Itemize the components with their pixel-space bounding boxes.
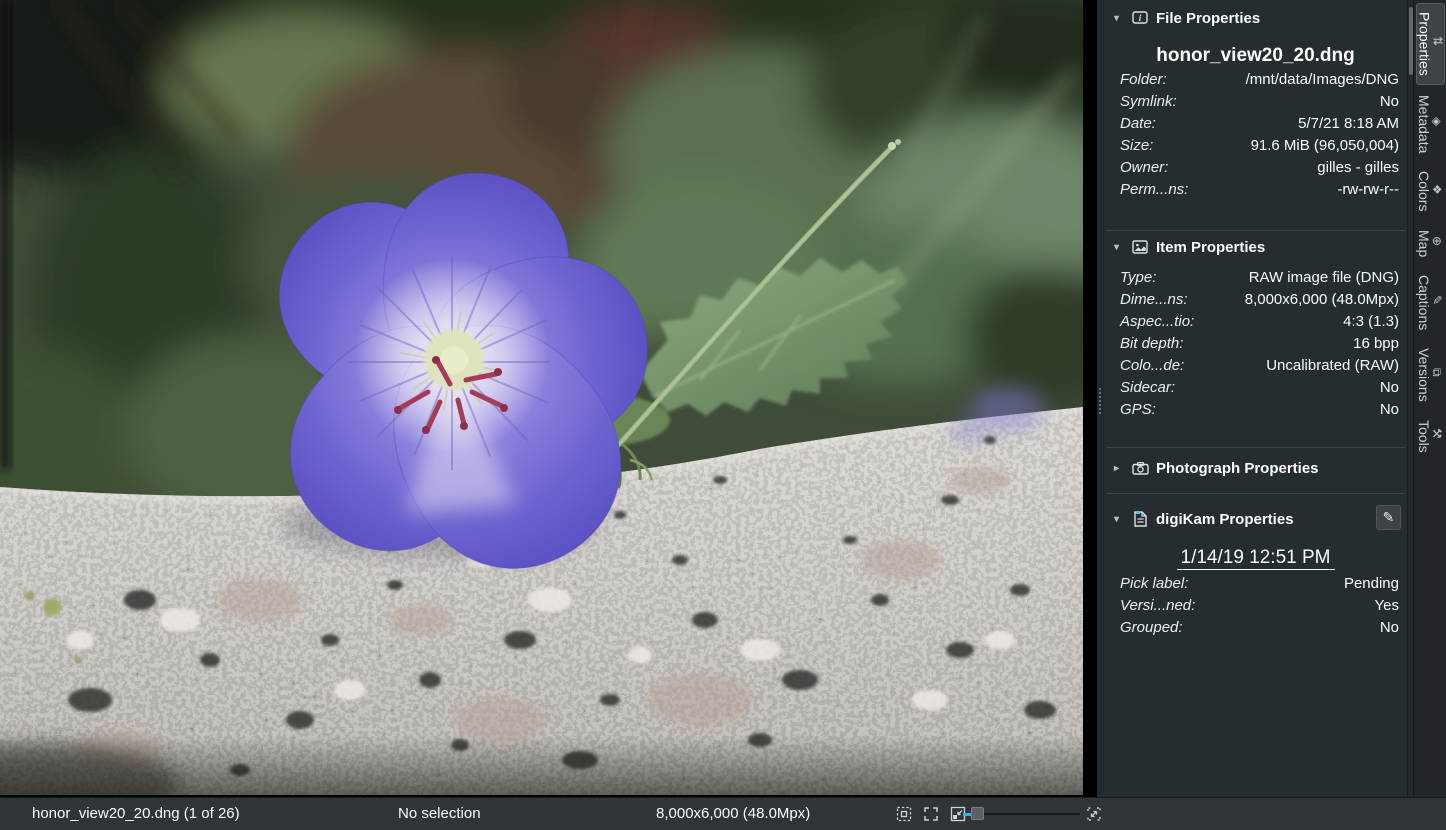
metadata-icon: ◈: [1431, 117, 1443, 126]
item-properties-icon: [1130, 240, 1150, 254]
svg-text:i: i: [1139, 13, 1142, 23]
table-row: Versi...ned:Yes: [1104, 595, 1407, 617]
tab-versions[interactable]: ⧉ Versions: [1417, 340, 1443, 410]
tab-tools[interactable]: ⚒ Tools: [1417, 412, 1443, 461]
properties-icon: ⇅: [1432, 36, 1444, 46]
tab-metadata[interactable]: ◈ Metadata: [1417, 87, 1443, 161]
table-row: Type:RAW image file (DNG): [1104, 267, 1407, 289]
digikam-date: 1/14/19 12:51 PM: [1104, 545, 1407, 571]
table-row: Grouped:No: [1104, 617, 1407, 639]
versions-icon: ⧉: [1431, 368, 1443, 377]
tab-colors[interactable]: ❖ Colors: [1417, 163, 1443, 219]
digikam-properties-header[interactable]: ▾ digiKam Properties ✎: [1104, 507, 1407, 531]
section-divider: [1106, 493, 1405, 494]
table-row: Size:91.6 MiB (96,050,004): [1104, 135, 1407, 157]
photograph-properties-header[interactable]: ▸ Photograph Properties: [1104, 456, 1407, 480]
section-divider: [1106, 230, 1405, 231]
collapse-arrow-icon[interactable]: ▸: [1114, 463, 1130, 474]
item-properties-title: Item Properties: [1156, 239, 1265, 256]
status-selection: No selection: [398, 798, 481, 830]
panel-splitter[interactable]: [1097, 0, 1104, 797]
digikam-properties-rows: Pick label:Pending Versi...ned:Yes Group…: [1104, 573, 1407, 639]
image-filename: honor_view20_20.dng: [1104, 43, 1407, 69]
table-row: Folder:/mnt/data/Images/DNG: [1104, 69, 1407, 91]
item-properties-rows: Type:RAW image file (DNG) Dime...ns:8,00…: [1104, 267, 1407, 421]
photo-geranium-flower: [0, 0, 1083, 795]
colors-icon: ❖: [1431, 184, 1443, 195]
status-file-info: honor_view20_20.dng (1 of 26): [32, 798, 240, 830]
item-properties-header[interactable]: ▾ Item Properties: [1104, 235, 1407, 259]
status-bar: honor_view20_20.dng (1 of 26) No selecti…: [0, 797, 1446, 830]
tab-properties[interactable]: ⇅ Properties: [1416, 3, 1445, 85]
table-row: GPS:No: [1104, 399, 1407, 421]
status-dimensions: 8,000x6,000 (48.0Mpx): [656, 798, 810, 830]
table-row: Aspec...tio:4:3 (1.3): [1104, 311, 1407, 333]
photograph-properties-icon: [1130, 462, 1150, 475]
digikam-properties-icon: [1130, 511, 1150, 527]
section-divider: [1106, 447, 1405, 448]
edit-captions-button[interactable]: ✎: [1376, 505, 1401, 530]
table-row: Symlink:No: [1104, 91, 1407, 113]
table-row: Pick label:Pending: [1104, 573, 1407, 595]
photograph-properties-title: Photograph Properties: [1156, 460, 1319, 477]
sidebar-tab-bar: ⇅ Properties ◈ Metadata ❖ Colors ⊕ Map ✎…: [1413, 0, 1446, 797]
tab-map[interactable]: ⊕ Map: [1417, 222, 1443, 265]
collapse-arrow-icon[interactable]: ▾: [1114, 13, 1130, 24]
pencil-icon: ✎: [1383, 509, 1395, 526]
table-row: Sidecar:No: [1104, 377, 1407, 399]
table-row: Bit depth:16 bpp: [1104, 333, 1407, 355]
file-properties-header[interactable]: ▾ i File Properties: [1104, 6, 1407, 30]
captions-icon: ✎: [1431, 295, 1443, 305]
table-row: Owner:gilles - gilles: [1104, 157, 1407, 179]
properties-panel: ▾ i File Properties honor_view20_20.dng …: [1104, 0, 1407, 797]
fit-to-window-button[interactable]: [922, 805, 940, 823]
map-icon: ⊕: [1431, 236, 1443, 246]
table-row: Colo...de:Uncalibrated (RAW): [1104, 355, 1407, 377]
tools-icon: ⚒: [1431, 428, 1443, 439]
digikam-properties-title: digiKam Properties: [1156, 511, 1294, 528]
tab-captions[interactable]: ✎ Captions: [1417, 267, 1443, 338]
splitter-handle-icon: [1099, 388, 1101, 414]
file-properties-title: File Properties: [1156, 10, 1260, 27]
zoom-slider-handle[interactable]: [971, 807, 984, 820]
zoom-slider[interactable]: [963, 807, 1080, 821]
file-properties-rows: Folder:/mnt/data/Images/DNG Symlink:No D…: [1104, 69, 1407, 201]
zoom-to-100-button[interactable]: [895, 805, 913, 823]
collapse-arrow-icon[interactable]: ▾: [1114, 514, 1130, 525]
file-properties-icon: i: [1130, 11, 1150, 26]
collapse-arrow-icon[interactable]: ▾: [1114, 242, 1130, 253]
table-row: Date:5/7/21 8:18 AM: [1104, 113, 1407, 135]
digikam-window: ▾ i File Properties honor_view20_20.dng …: [0, 0, 1446, 830]
table-row: Dime...ns:8,000x6,000 (48.0Mpx): [1104, 289, 1407, 311]
image-preview-canvas[interactable]: [0, 0, 1097, 797]
fit-zoom-button[interactable]: [1085, 805, 1103, 823]
table-row: Perm...ns:-rw-rw-r--: [1104, 179, 1407, 201]
